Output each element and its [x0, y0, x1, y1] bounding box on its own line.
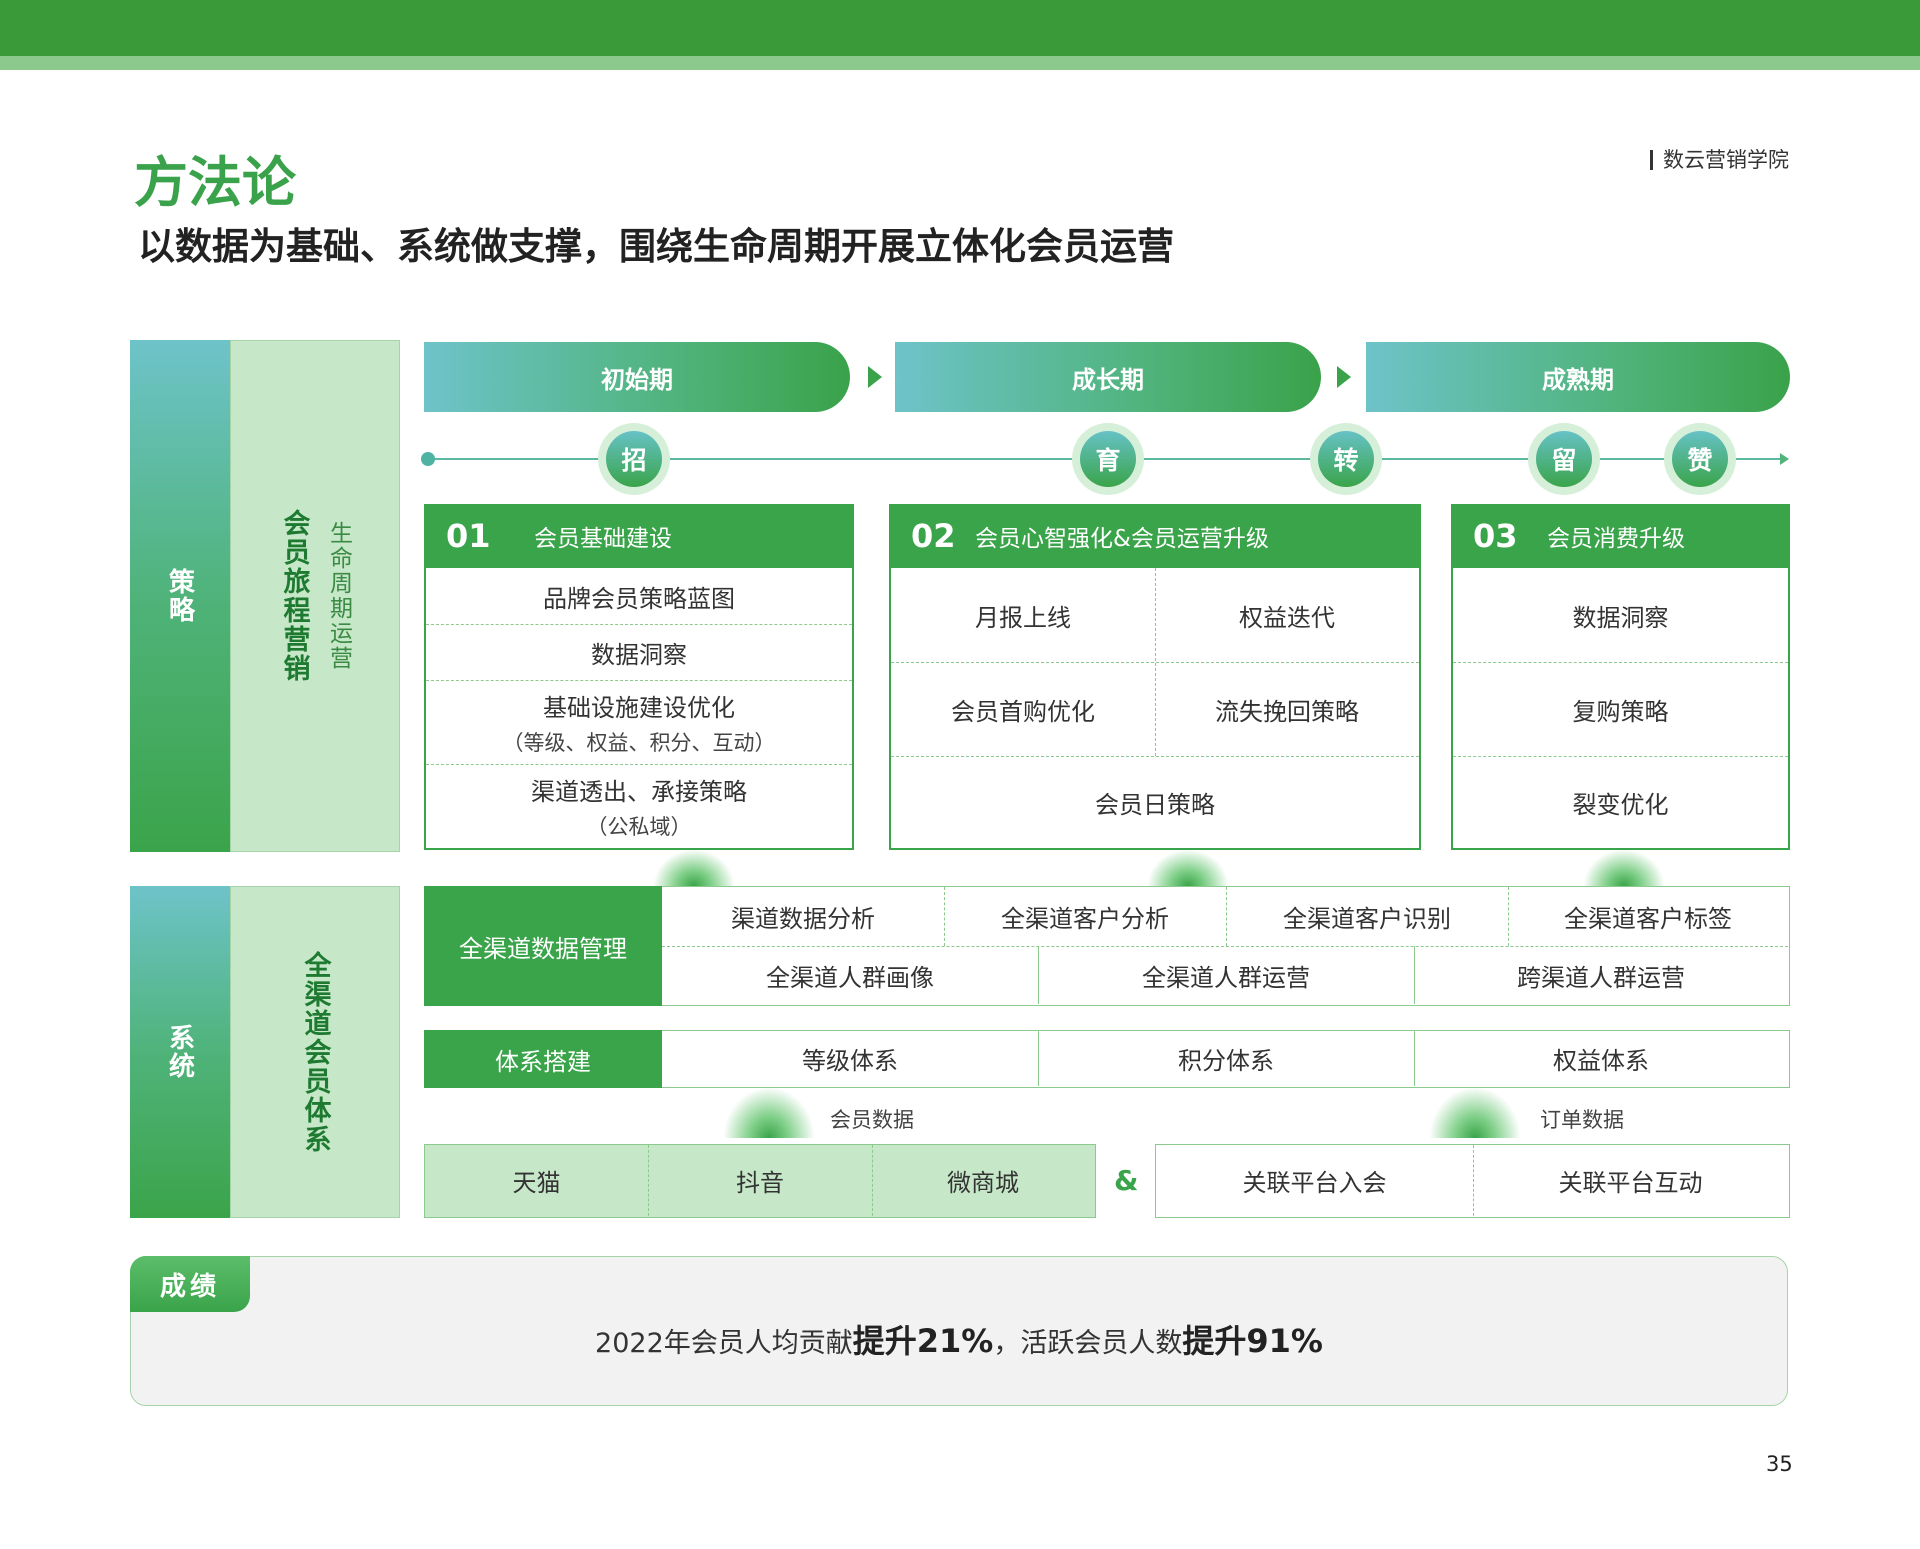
system-label-box: 系统: [130, 886, 230, 1218]
connector-glow: [1584, 850, 1664, 886]
phase-banner-initial: 初始期: [424, 342, 850, 412]
divider: [1155, 568, 1156, 756]
top-banner: [0, 0, 1920, 56]
framework-item: 等级体系: [802, 1047, 898, 1075]
link-box: 关联平台入会 关联平台互动: [1155, 1144, 1790, 1218]
system-desc-box: 全渠道会员体系: [230, 886, 400, 1218]
page-number: 35: [1766, 1452, 1793, 1476]
strategy-label-box: 策略: [130, 340, 230, 852]
connector-glow: [1430, 1088, 1520, 1138]
phase-banner-mature: 成熟期: [1366, 342, 1790, 412]
stage-item: 裂变优化: [1572, 790, 1669, 819]
stage-item: 数据洞察: [591, 640, 687, 669]
divider: [648, 1145, 649, 1216]
data-management-label: 全渠道数据管理: [424, 886, 662, 1006]
connector-glow: [654, 850, 734, 886]
results-highlight: 提升91%: [1182, 1322, 1323, 1360]
data-management-item: 全渠道客户识别: [1283, 905, 1451, 933]
timeline-node: 赞: [1664, 423, 1736, 495]
stage-header: 01 会员基础建设: [424, 504, 854, 568]
phase-arrow-icon: [1337, 366, 1351, 388]
divider: [1038, 946, 1039, 1004]
connector-glow: [724, 1088, 814, 1138]
strategy-sub-label: 生命周期运营: [325, 521, 352, 671]
ampersand-label: &: [1114, 1164, 1139, 1197]
stage-item: 流失挽回策略: [1215, 697, 1359, 726]
stage-item: 会员日策略: [1095, 790, 1215, 819]
divider: [1226, 887, 1227, 946]
timeline-arrow-icon: [1780, 453, 1789, 465]
platform-item: 微商城: [947, 1169, 1019, 1197]
stage-panel-01: 01 会员基础建设 品牌会员策略蓝图 数据洞察 基础设施建设优化 （等级、权益、积…: [424, 504, 854, 850]
strategy-desc-box: 会员旅程营销 生命周期运营: [230, 340, 400, 852]
divider: [944, 887, 945, 946]
timeline-node: 留: [1528, 423, 1600, 495]
link-item: 关联平台入会: [1242, 1169, 1387, 1197]
data-management-item: 渠道数据分析: [731, 905, 875, 933]
strategy-label: 策略: [164, 568, 195, 624]
stage-item: 品牌会员策略蓝图: [543, 584, 735, 613]
page-title: 方法论: [134, 151, 296, 214]
stage-item: 数据洞察: [1572, 603, 1669, 632]
stage-number: 02: [911, 517, 956, 555]
stage-title: 会员基础建设: [534, 526, 672, 552]
stage-number: 01: [446, 517, 491, 555]
brand-label: 数云营销学院: [1650, 144, 1789, 174]
divider: [872, 1145, 873, 1216]
stage-header: 03 会员消费升级: [1451, 504, 1790, 568]
stage-title: 会员消费升级: [1547, 526, 1685, 552]
timeline-node: 转: [1310, 423, 1382, 495]
stage-panel-02: 02 会员心智强化&会员运营升级 月报上线 权益迭代 会员首购优化 流失挽回策略…: [889, 504, 1421, 850]
stage-header: 02 会员心智强化&会员运营升级: [889, 504, 1421, 568]
results-tab: 成绩: [130, 1256, 250, 1312]
phase-banner-growth: 成长期: [895, 342, 1321, 412]
results-text-part: ，活跃会员人数: [993, 1328, 1183, 1359]
divider: [1508, 887, 1509, 946]
stage-number: 03: [1473, 517, 1518, 555]
stage-item: 会员首购优化: [951, 697, 1095, 726]
data-management-item: 全渠道客户分析: [1001, 905, 1169, 933]
timeline-start-dot: [421, 452, 435, 466]
divider: [1414, 1031, 1415, 1086]
system-main-label: 全渠道会员体系: [299, 950, 331, 1154]
platforms-box: 天猫 抖音 微商城: [424, 1144, 1096, 1218]
stage-panel-03: 03 会员消费升级 数据洞察 复购策略 裂变优化: [1451, 504, 1790, 850]
stage-item: 复购策略: [1572, 697, 1669, 726]
timeline-node: 招: [598, 423, 670, 495]
stage-item: 权益迭代: [1239, 603, 1335, 632]
connector-glow: [1148, 850, 1228, 886]
stage-item: 月报上线: [975, 603, 1071, 632]
strategy-main-label: 会员旅程营销: [278, 509, 310, 683]
framework-label: 体系搭建: [424, 1030, 662, 1088]
divider: [1414, 946, 1415, 1004]
data-management-item: 全渠道客户标签: [1564, 905, 1732, 933]
timeline-node: 育: [1072, 423, 1144, 495]
stage-title: 会员心智强化&会员运营升级: [975, 526, 1269, 552]
top-banner-stripe: [0, 56, 1920, 70]
stage-item: 基础设施建设优化 （等级、权益、积分、互动）: [502, 693, 776, 755]
framework-item: 积分体系: [1178, 1047, 1274, 1075]
phase-arrow-icon: [868, 366, 882, 388]
data-management-box: 全渠道数据管理 渠道数据分析 全渠道客户分析 全渠道客户识别 全渠道客户标签 全…: [424, 886, 1790, 1006]
data-management-item: 全渠道人群画像: [766, 963, 934, 992]
platform-item: 抖音: [736, 1169, 784, 1197]
framework-box: 体系搭建 等级体系 积分体系 权益体系: [424, 1030, 1790, 1088]
results-highlight: 提升21%: [852, 1322, 994, 1360]
data-management-item: 跨渠道人群运营: [1517, 963, 1685, 992]
divider: [1038, 1031, 1039, 1086]
stage-item: 渠道透出、承接策略 （公私域）: [531, 777, 747, 839]
link-item: 关联平台互动: [1558, 1169, 1703, 1197]
divider: [1473, 1145, 1474, 1216]
order-data-label: 订单数据: [1540, 1108, 1624, 1132]
results-text-part: 2022年会员人均贡献: [595, 1328, 853, 1359]
results-text: 2022年会员人均贡献提升21%，活跃会员人数提升91%: [130, 1316, 1788, 1362]
platform-item: 天猫: [512, 1169, 561, 1197]
framework-item: 权益体系: [1553, 1047, 1649, 1075]
member-data-label: 会员数据: [830, 1108, 914, 1132]
system-label: 系统: [164, 1024, 195, 1080]
data-management-item: 全渠道人群运营: [1142, 963, 1310, 992]
page-subtitle: 以数据为基础、系统做支撑，围绕生命周期开展立体化会员运营: [138, 225, 1174, 268]
